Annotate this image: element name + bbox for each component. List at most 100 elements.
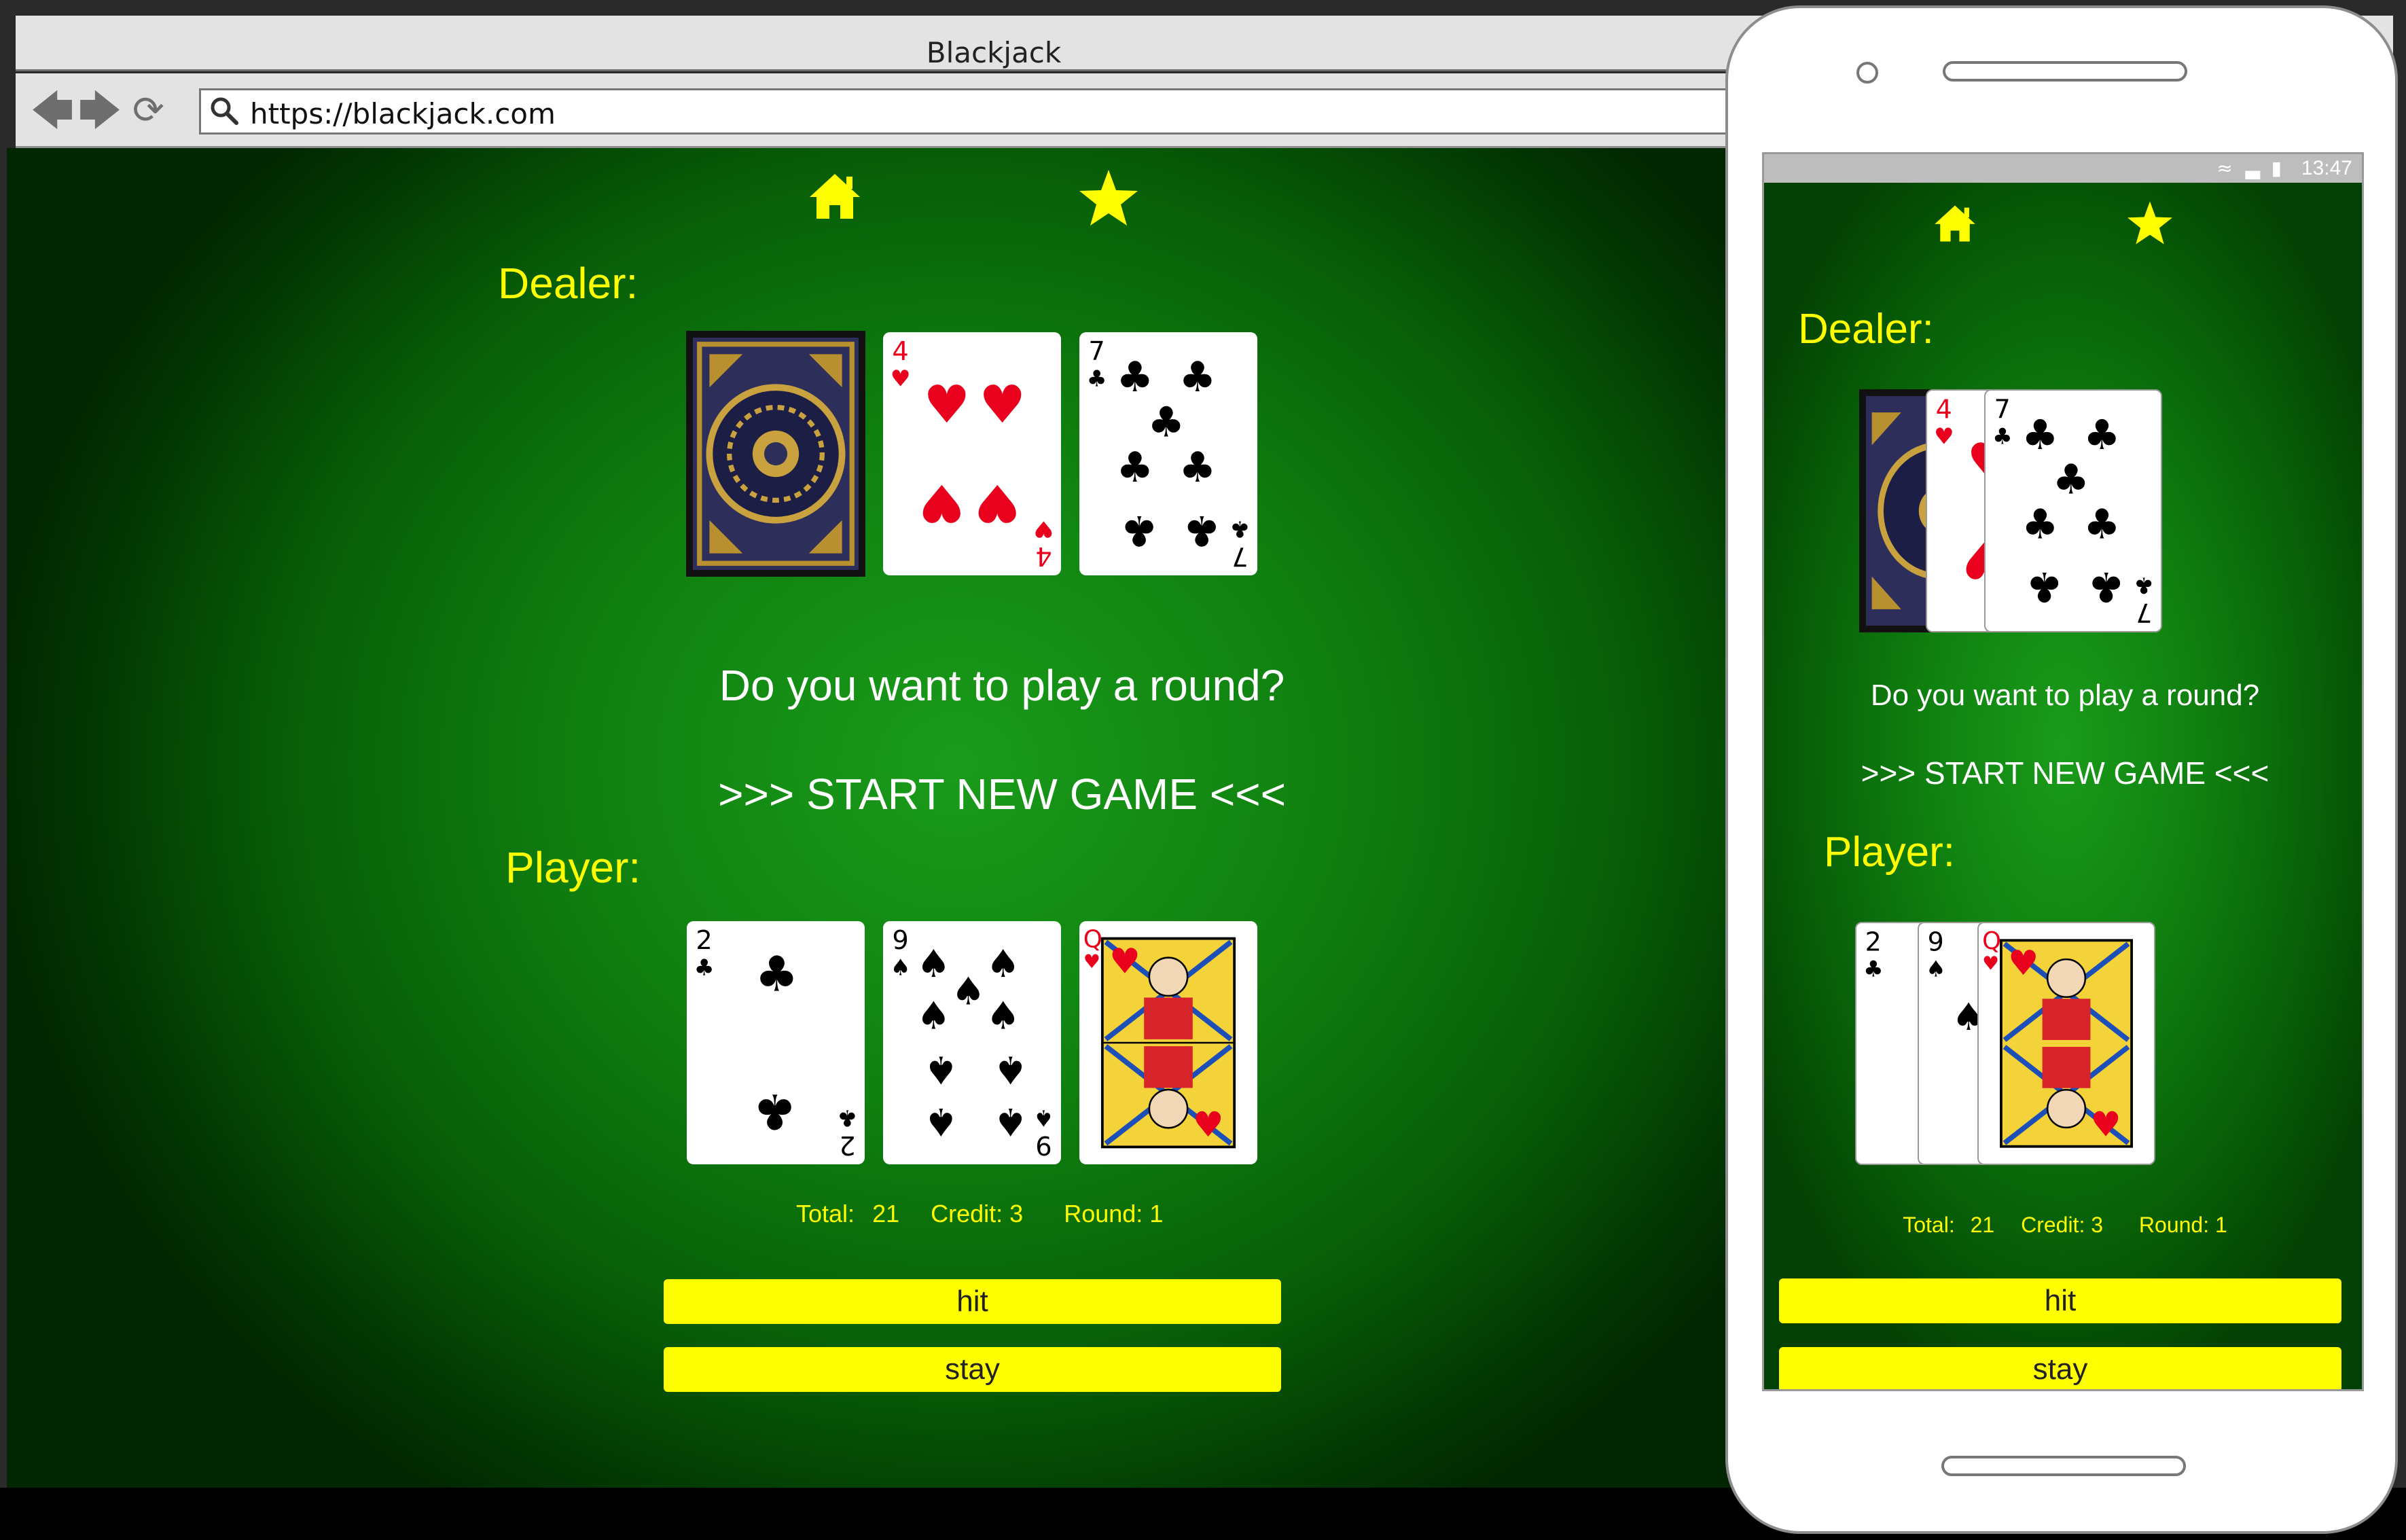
- url-text[interactable]: https://blackjack.com: [250, 97, 556, 131]
- address-bar[interactable]: https://blackjack.com: [199, 88, 1761, 135]
- round-label: Round:: [2138, 1213, 2210, 1237]
- reload-icon[interactable]: ⟳: [132, 87, 164, 135]
- svg-text:♣: ♣: [2053, 456, 2089, 504]
- svg-text:♠: ♠: [1926, 955, 1945, 982]
- svg-text:♠: ♠: [924, 1047, 958, 1091]
- svg-text:7: 7: [1232, 541, 1248, 571]
- hit-button[interactable]: hit: [1779, 1278, 2341, 1323]
- svg-text:4: 4: [1035, 541, 1052, 571]
- round-prompt: Do you want to play a round?: [719, 661, 1285, 710]
- svg-text:♣: ♣: [2022, 412, 2058, 459]
- svg-text:♣: ♣: [1147, 398, 1185, 446]
- svg-text:♣: ♣: [2134, 573, 2153, 599]
- svg-text:2: 2: [1865, 927, 1882, 956]
- svg-text:♣: ♣: [1179, 444, 1216, 492]
- phone-speaker: [1943, 61, 2187, 82]
- svg-text:♠: ♠: [986, 942, 1020, 986]
- svg-text:♣: ♣: [1229, 516, 1250, 543]
- svg-text:♥: ♥: [1934, 423, 1954, 449]
- svg-text:♥: ♥: [1982, 952, 1999, 974]
- status-time: 13:47: [2301, 157, 2352, 179]
- hit-button[interactable]: hit: [664, 1279, 1281, 1324]
- svg-text:♣: ♣: [2022, 501, 2058, 548]
- svg-text:♣: ♣: [2087, 562, 2124, 610]
- svg-text:♣: ♣: [2026, 562, 2062, 610]
- credit-value: 3: [2091, 1213, 2104, 1237]
- credit-value: 3: [1009, 1200, 1024, 1228]
- dealer-card-back: [686, 331, 865, 577]
- stay-button[interactable]: stay: [664, 1347, 1281, 1392]
- svg-text:4: 4: [1936, 394, 1952, 424]
- player-card-queen-hearts: ♥ ♥ Q ♥: [1079, 921, 1257, 1164]
- forward-arrow-icon[interactable]: 🡆: [78, 87, 122, 135]
- player-label: Player:: [1824, 829, 1955, 876]
- star-icon[interactable]: [1078, 168, 1139, 227]
- svg-text:♣: ♣: [1992, 423, 2012, 449]
- round-label: Round:: [1064, 1200, 1143, 1228]
- total-value: 21: [872, 1200, 900, 1228]
- game-stats: Total: 21 Credit: 3 Round: 1: [796, 1200, 1163, 1228]
- svg-text:♣: ♣: [837, 1105, 857, 1132]
- svg-text:2: 2: [696, 925, 712, 956]
- svg-text:♥: ♥: [1109, 942, 1141, 982]
- svg-text:9: 9: [1928, 927, 1944, 956]
- star-icon[interactable]: [2126, 200, 2174, 245]
- svg-text:♣: ♣: [2083, 412, 2120, 459]
- round-value: 1: [1149, 1200, 1164, 1228]
- total-label: Total:: [1903, 1213, 1955, 1237]
- phone-camera: [1856, 62, 1878, 84]
- svg-text:Q: Q: [1083, 925, 1102, 953]
- svg-text:♥: ♥: [1193, 1105, 1224, 1145]
- svg-text:♣: ♣: [1179, 353, 1216, 401]
- phone-home-button[interactable]: [1941, 1456, 2186, 1476]
- player-label: Player:: [505, 843, 641, 892]
- svg-text:♠: ♠: [951, 970, 985, 1014]
- svg-text:♥: ♥: [2090, 1105, 2121, 1145]
- svg-text:♠: ♠: [891, 954, 911, 980]
- dealer-card-7-clubs: 7 ♣ ♣ ♣ ♣ ♣ ♣ ♣ ♣ 7 ♣: [1984, 389, 2162, 632]
- svg-text:♥: ♥: [979, 375, 1026, 435]
- svg-text:♣: ♣: [1863, 955, 1883, 982]
- svg-text:♠: ♠: [916, 942, 950, 986]
- back-arrow-icon[interactable]: 🡄: [31, 87, 74, 135]
- dealer-label: Dealer:: [498, 259, 639, 308]
- svg-text:♥: ♥: [923, 375, 970, 435]
- svg-text:♥: ♥: [1083, 950, 1100, 973]
- stay-button[interactable]: stay: [1779, 1347, 2341, 1389]
- svg-text:♣: ♣: [694, 954, 715, 980]
- svg-text:♥: ♥: [1033, 516, 1054, 543]
- svg-text:♣: ♣: [755, 946, 798, 1002]
- credit-label: Credit:: [2021, 1213, 2085, 1237]
- svg-text:♠: ♠: [924, 1099, 958, 1143]
- svg-text:9: 9: [892, 925, 908, 956]
- svg-text:7: 7: [1994, 394, 2011, 424]
- credit-label: Credit:: [931, 1200, 1003, 1228]
- svg-text:♥: ♥: [891, 365, 911, 391]
- svg-text:♣: ♣: [1183, 506, 1221, 554]
- svg-text:♠: ♠: [993, 1047, 1027, 1091]
- svg-text:♣: ♣: [1116, 353, 1153, 401]
- svg-text:♥: ♥: [2008, 943, 2039, 983]
- svg-text:♥: ♥: [974, 472, 1021, 533]
- phone-screen: ≈ ▃ ▮ 13:47 Dealer: 4 ♥ ♥ ♥ 7 ♣: [1762, 152, 2364, 1391]
- home-icon[interactable]: [807, 171, 863, 221]
- player-card-queen-hearts: ♥ ♥ Q ♥: [1977, 922, 2155, 1165]
- svg-text:♣: ♣: [2083, 501, 2120, 548]
- start-new-game-link[interactable]: >>> START NEW GAME <<<: [1764, 755, 2362, 791]
- svg-text:♠: ♠: [1033, 1105, 1054, 1132]
- round-value: 1: [2214, 1213, 2227, 1237]
- wifi-icon: ≈: [2216, 157, 2233, 179]
- game-stats: Total: 21 Credit: 3 Round: 1: [1764, 1213, 2362, 1238]
- svg-text:7: 7: [2136, 598, 2152, 628]
- svg-text:♣: ♣: [753, 1084, 796, 1140]
- total-value: 21: [1970, 1213, 1995, 1237]
- status-bar: ≈ ▃ ▮ 13:47: [1764, 154, 2362, 183]
- start-new-game-link[interactable]: >>> START NEW GAME <<<: [611, 769, 1393, 819]
- signal-icon: ▃: [2245, 157, 2260, 179]
- home-icon[interactable]: [1933, 203, 1977, 244]
- battery-icon: ▮: [2271, 157, 2282, 179]
- svg-text:♣: ♣: [1121, 506, 1158, 554]
- svg-text:♠: ♠: [916, 995, 950, 1039]
- svg-text:♠: ♠: [993, 1099, 1027, 1143]
- svg-text:♠: ♠: [986, 995, 1020, 1039]
